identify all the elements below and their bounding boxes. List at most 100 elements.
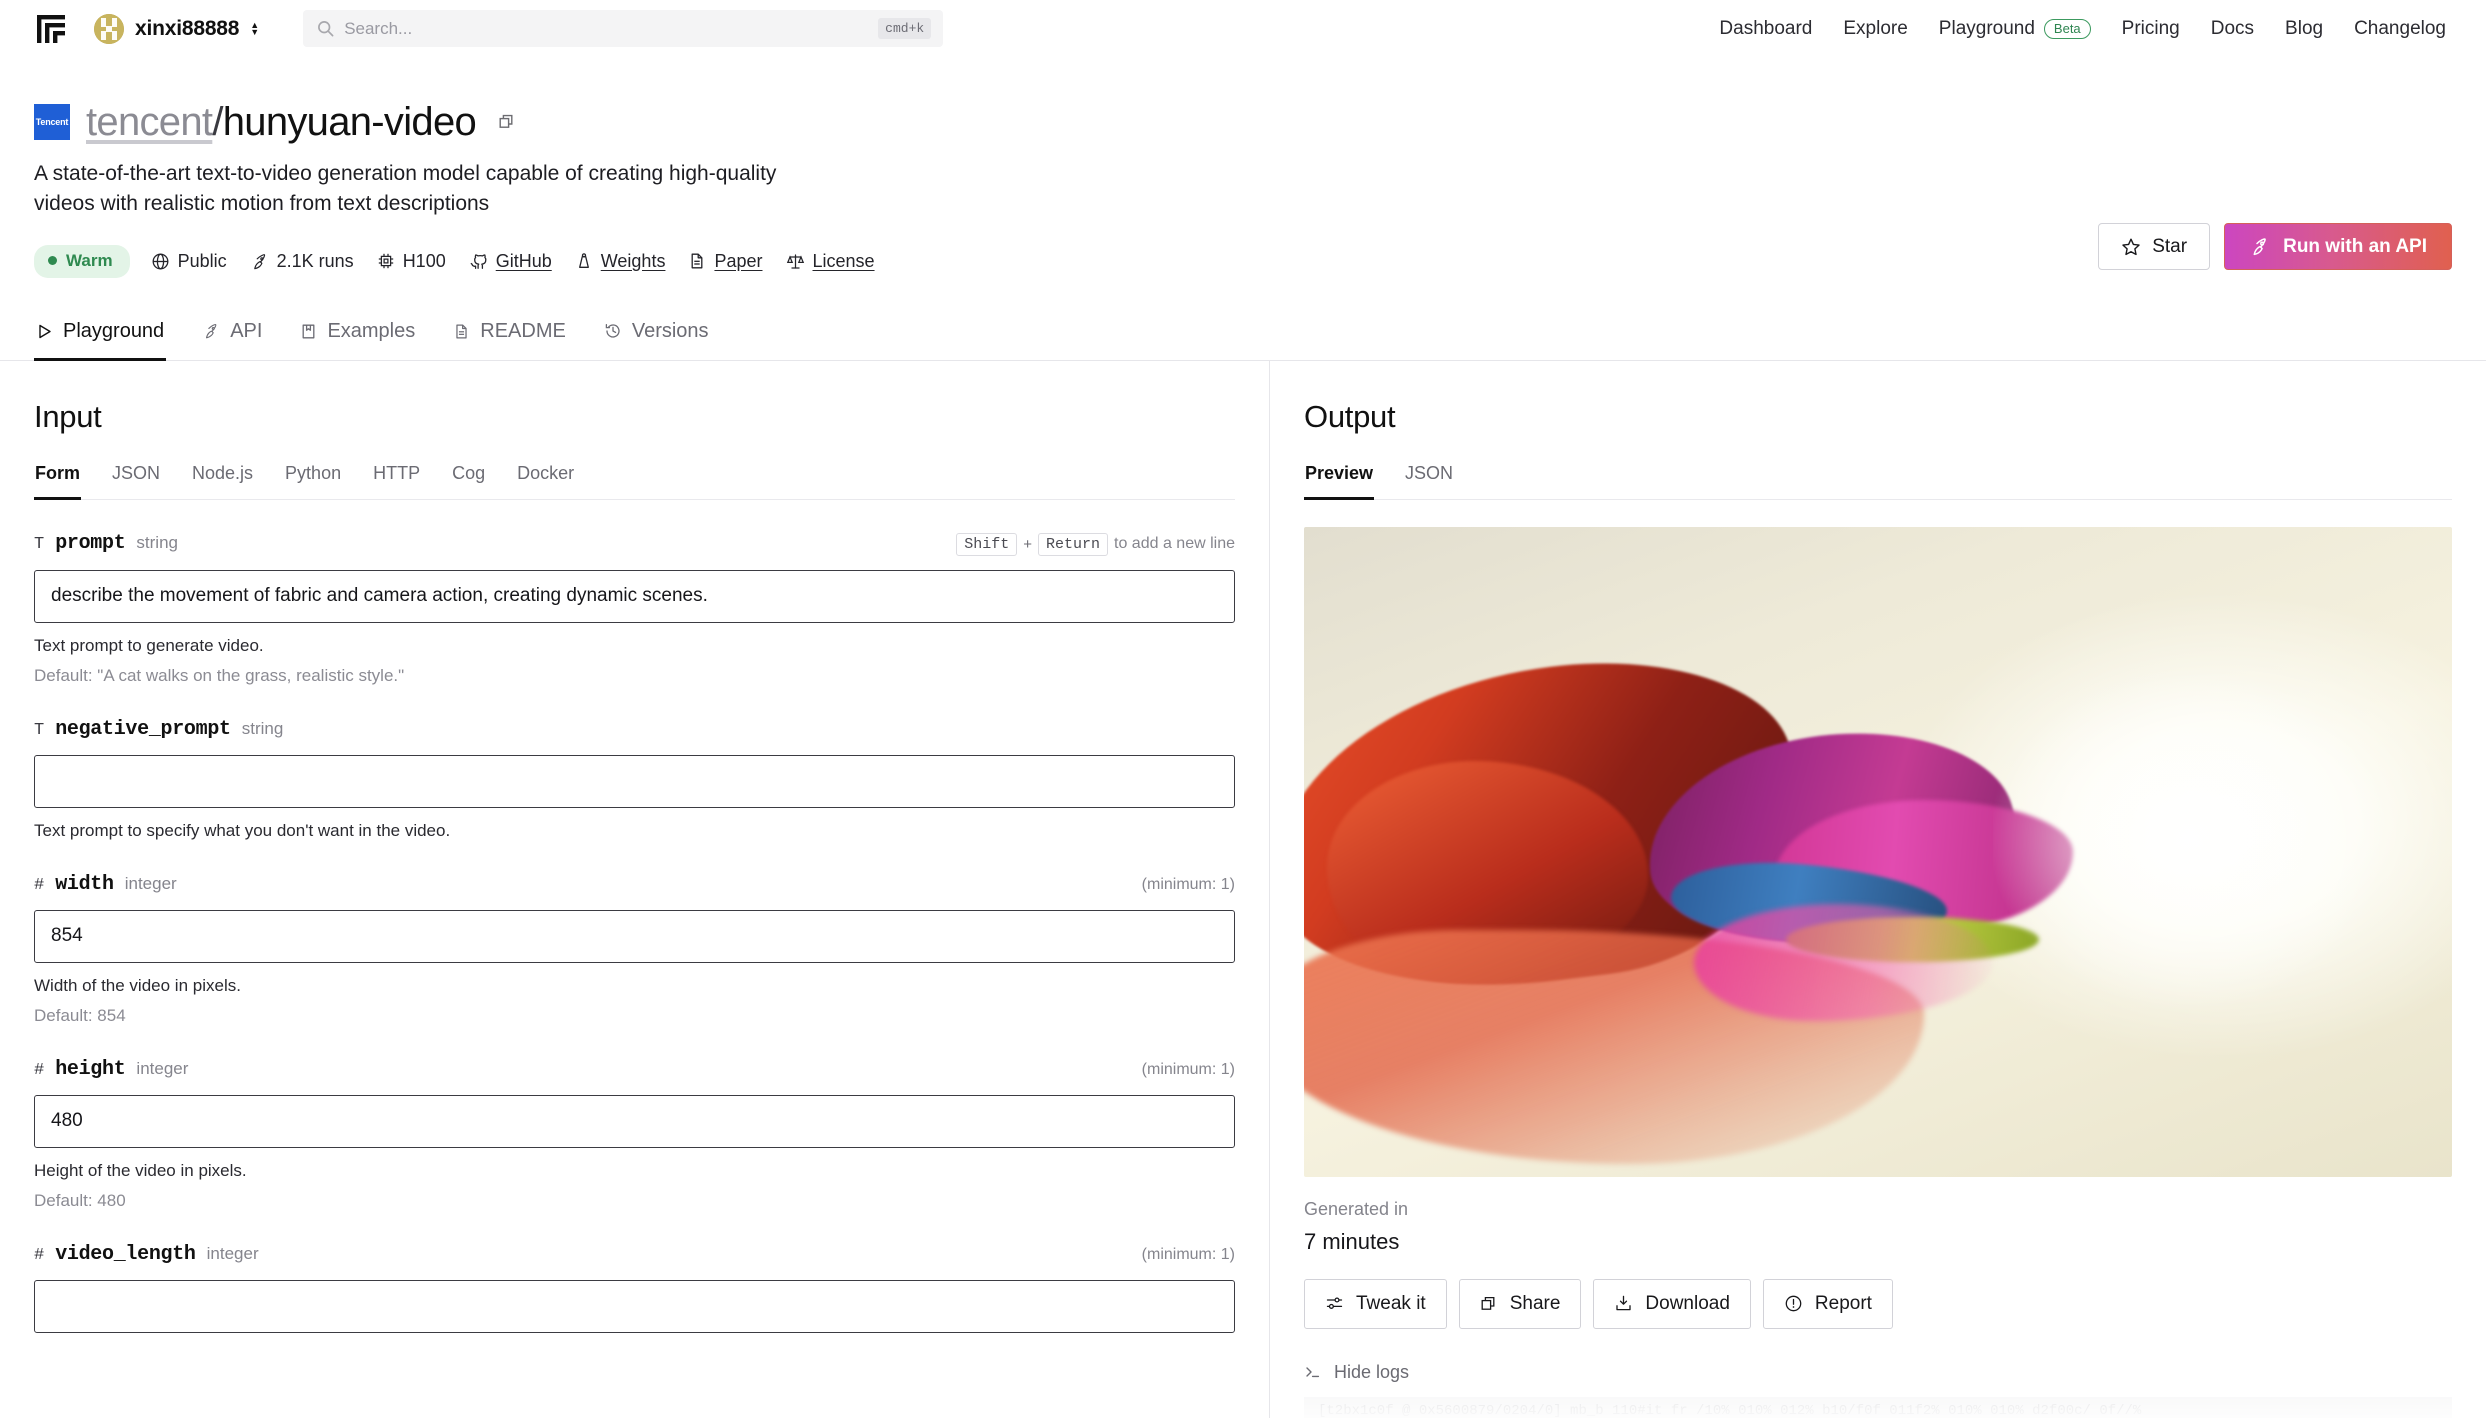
output-media-preview[interactable]: [1304, 526, 2452, 1177]
content-columns: Input Form JSON Node.js Python HTTP Cog …: [0, 360, 2486, 1418]
input-tab-nodejs[interactable]: Node.js: [191, 461, 254, 500]
height-input[interactable]: 480: [34, 1094, 1235, 1148]
meta-visibility: Public: [151, 251, 239, 272]
status-label: Warm: [66, 250, 113, 270]
input-tab-json[interactable]: JSON: [111, 461, 161, 500]
model-name: hunyuan-video: [222, 100, 477, 144]
input-tab-form[interactable]: Form: [34, 461, 81, 500]
field-header: # height integer (minimum: 1): [34, 1058, 1235, 1081]
search-input[interactable]: Search... cmd+k: [303, 10, 944, 47]
field-name: negative_prompt: [55, 717, 231, 741]
input-tab-python[interactable]: Python: [284, 461, 342, 500]
scales-icon: [786, 252, 805, 271]
nav-label: Changelog: [2354, 17, 2446, 39]
search-placeholder: Search...: [344, 18, 413, 38]
status-dot-icon: [48, 256, 57, 266]
input-tab-http[interactable]: HTTP: [372, 461, 421, 500]
toggle-logs-button[interactable]: Hide logs: [1304, 1362, 2452, 1383]
header-actions: Star Run with an API: [2098, 223, 2452, 270]
output-actions: Tweak it Share Download Report: [1304, 1278, 2452, 1329]
meta-hardware: H100: [377, 251, 458, 272]
video-length-input[interactable]: [34, 1279, 1235, 1333]
field-constraint: (minimum: 1): [1141, 1245, 1235, 1263]
meta-label: Weights: [600, 250, 666, 271]
rocket-icon: [2249, 236, 2270, 257]
document-icon: [453, 323, 470, 340]
hint-text: to add a new line: [1114, 535, 1235, 553]
output-tab-json[interactable]: JSON: [1404, 461, 1454, 500]
field-height: # height integer (minimum: 1) 480 Height…: [34, 1058, 1235, 1211]
document-icon: [688, 252, 706, 270]
share-button[interactable]: Share: [1458, 1278, 1582, 1329]
copy-icon[interactable]: [498, 113, 516, 131]
report-button[interactable]: Report: [1762, 1278, 1893, 1329]
nav-link-blog[interactable]: Blog: [2285, 18, 2323, 40]
replicate-logo-icon[interactable]: [34, 12, 68, 46]
output-action-label: Tweak it: [1356, 1292, 1426, 1314]
field-help: Text prompt to generate video.: [34, 635, 264, 655]
nav-link-dashboard[interactable]: Dashboard: [1719, 18, 1812, 40]
tab-api[interactable]: API: [200, 316, 264, 361]
prompt-input[interactable]: describe the movement of fabric and came…: [34, 569, 1235, 623]
tencent-logo-icon: Tencent: [34, 104, 70, 140]
run-with-api-label: Run with an API: [2283, 235, 2427, 257]
field-hint: Shift + Return to add a new line: [956, 532, 1235, 556]
meta-label: H100: [402, 250, 446, 271]
nav-link-pricing[interactable]: Pricing: [2122, 18, 2180, 40]
key-shift: Shift: [956, 532, 1018, 556]
field-name: prompt: [55, 531, 126, 555]
title-separator: /: [212, 100, 223, 144]
account-switcher[interactable]: xinxi88888 ▲ ▼: [94, 13, 259, 44]
search-shortcut-chip: cmd+k: [878, 18, 932, 39]
key-plus: +: [1023, 535, 1032, 553]
integer-type-icon: #: [34, 1245, 45, 1265]
tab-readme[interactable]: README: [451, 316, 568, 361]
model-tabs: Playground API Examples README Versions: [0, 316, 2486, 361]
input-tab-cog[interactable]: Cog: [451, 461, 486, 500]
rocket-icon: [202, 322, 220, 340]
negative-prompt-input[interactable]: [34, 754, 1235, 808]
input-tab-docker[interactable]: Docker: [516, 461, 575, 500]
tab-playground[interactable]: Playground: [34, 316, 167, 361]
meta-label: Public: [177, 250, 227, 271]
width-input[interactable]: 854: [34, 909, 1235, 963]
tweak-it-button[interactable]: Tweak it: [1304, 1278, 1447, 1329]
nav-link-playground[interactable]: Playground Beta: [1939, 18, 2091, 40]
beta-badge: Beta: [2043, 18, 2091, 39]
meta-license-link[interactable]: License: [786, 251, 887, 272]
star-button[interactable]: Star: [2098, 223, 2211, 270]
nav-link-changelog[interactable]: Changelog: [2354, 18, 2446, 40]
tab-label: Playground: [63, 319, 165, 342]
nav-label: Pricing: [2121, 17, 2180, 39]
meta-paper-link[interactable]: Paper: [688, 251, 774, 272]
tab-examples[interactable]: Examples: [298, 316, 417, 361]
nav-link-docs[interactable]: Docs: [2211, 18, 2254, 40]
weights-icon: [575, 252, 593, 270]
download-button[interactable]: Download: [1593, 1278, 1751, 1329]
sliders-icon: [1325, 1294, 1344, 1313]
meta-github-link[interactable]: GitHub: [469, 251, 564, 272]
tab-versions[interactable]: Versions: [602, 316, 711, 361]
generated-in-label: Generated in: [1304, 1198, 1409, 1219]
field-prompt: T prompt string Shift + Return to add a …: [34, 532, 1235, 686]
avatar: [94, 13, 124, 44]
field-kind: integer: [206, 1243, 259, 1263]
meta-label: 2.1K runs: [276, 250, 354, 271]
field-constraint: (minimum: 1): [1141, 875, 1235, 893]
meta-weights-link[interactable]: Weights: [575, 251, 678, 272]
logs-output: [t2bx1c0f @ 0x5600879/0204/0] mb_b 110#i…: [1304, 1396, 2452, 1418]
field-default: Default: 480: [34, 1190, 126, 1210]
output-panel: Output Preview JSON Generated in 7 minut…: [1270, 361, 2486, 1418]
nav-link-explore[interactable]: Explore: [1843, 18, 1907, 40]
field-header: # width integer (minimum: 1): [34, 873, 1235, 896]
tab-label: README: [480, 319, 566, 342]
run-with-api-button[interactable]: Run with an API: [2224, 223, 2452, 270]
field-help: Width of the video in pixels.: [34, 975, 241, 995]
meta-label: Paper: [714, 250, 763, 271]
string-type-icon: T: [34, 534, 45, 554]
toggle-logs-label: Hide logs: [1334, 1361, 1410, 1382]
model-owner-link[interactable]: tencent: [86, 100, 213, 144]
output-tab-preview[interactable]: Preview: [1304, 461, 1375, 500]
field-default: Default: 854: [34, 1005, 126, 1025]
alert-circle-icon: [1784, 1294, 1803, 1313]
